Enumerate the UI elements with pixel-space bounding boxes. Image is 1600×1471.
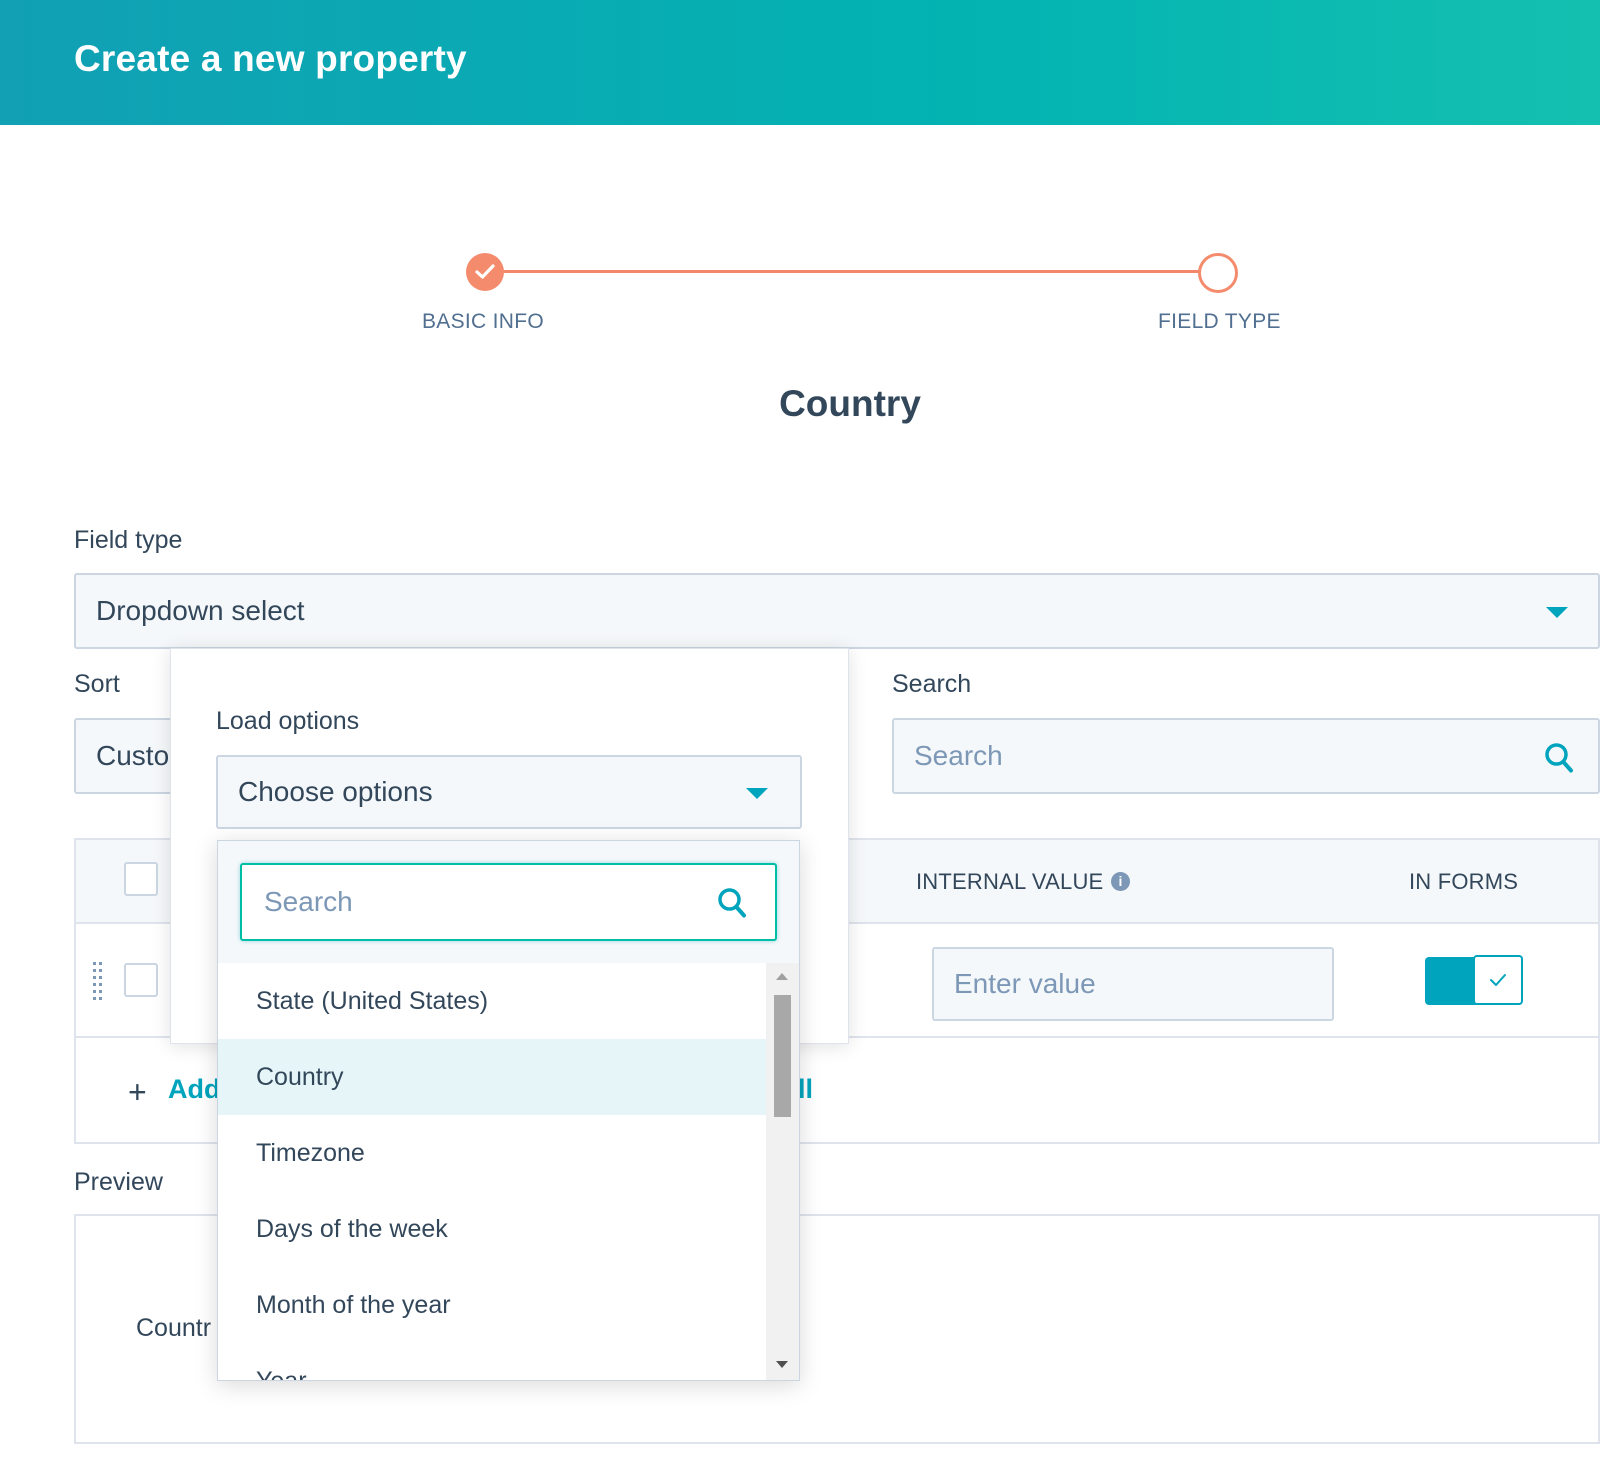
internal-value-column-header: INTERNAL VALUE	[916, 869, 1104, 894]
menu-item-month-of-year[interactable]: Month of the year	[218, 1267, 766, 1343]
partial-link-text[interactable]: ll	[798, 1074, 813, 1105]
load-options-value: Choose options	[238, 776, 433, 807]
step-field-type-indicator[interactable]	[1198, 253, 1238, 293]
page-title: Create a new property	[74, 38, 467, 79]
chevron-down-icon	[746, 788, 768, 799]
scrollbar-thumb[interactable]	[774, 995, 791, 1117]
menu-item-country[interactable]: Country	[218, 1039, 766, 1115]
stepper-line	[485, 270, 1200, 273]
menu-item-timezone[interactable]: Timezone	[218, 1115, 766, 1191]
scroll-up-arrow-icon[interactable]	[776, 973, 788, 980]
step-label-basic-info: BASIC INFO	[422, 310, 545, 333]
step-basic-info-indicator[interactable]	[466, 253, 504, 291]
row-checkbox[interactable]	[124, 963, 158, 997]
menu-option-list: State (United States) Country Timezone D…	[218, 963, 766, 1380]
field-type-label: Field type	[74, 526, 183, 554]
search-icon[interactable]	[717, 887, 747, 919]
drag-handle-icon[interactable]	[92, 961, 104, 1003]
step-label-field-type: FIELD TYPE	[1158, 310, 1281, 333]
search-placeholder: Search	[914, 740, 1003, 771]
internal-value-placeholder: Enter value	[954, 968, 1096, 999]
info-icon[interactable]: i	[1111, 872, 1130, 891]
section-title: Country	[779, 383, 921, 424]
field-type-select[interactable]: Dropdown select	[74, 573, 1600, 649]
check-icon	[1490, 974, 1506, 986]
menu-search-input[interactable]: Search	[240, 863, 777, 941]
plus-icon[interactable]: +	[128, 1076, 147, 1108]
menu-search-placeholder: Search	[264, 886, 353, 917]
field-type-value: Dropdown select	[96, 595, 305, 626]
add-option-link[interactable]: Add	[168, 1074, 220, 1105]
internal-value-input[interactable]: Enter value	[932, 947, 1334, 1021]
preview-label: Preview	[74, 1168, 163, 1196]
toggle-knob	[1473, 955, 1523, 1005]
menu-search-area: Search	[218, 841, 799, 963]
chevron-down-icon	[1546, 607, 1568, 618]
load-options-select[interactable]: Choose options	[216, 755, 802, 829]
search-input[interactable]: Search	[892, 718, 1600, 794]
load-options-label: Load options	[216, 707, 360, 735]
sort-value: Custo	[96, 740, 170, 771]
search-icon[interactable]	[1544, 742, 1574, 774]
check-icon	[475, 264, 495, 279]
scroll-down-arrow-icon[interactable]	[776, 1361, 788, 1368]
menu-item-state[interactable]: State (United States)	[218, 963, 766, 1039]
in-forms-column-header: IN FORMS	[1409, 869, 1519, 894]
select-all-checkbox[interactable]	[124, 862, 158, 896]
menu-item-days-of-week[interactable]: Days of the week	[218, 1191, 766, 1267]
sort-label: Sort	[74, 670, 120, 698]
in-forms-toggle[interactable]	[1425, 955, 1525, 1007]
load-options-menu: Search State (United States) Country Tim…	[217, 840, 800, 1381]
search-label: Search	[892, 670, 972, 698]
menu-item-year[interactable]: Year	[218, 1343, 766, 1381]
menu-scrollbar[interactable]	[766, 963, 799, 1380]
preview-field-label: Countr	[136, 1314, 212, 1342]
